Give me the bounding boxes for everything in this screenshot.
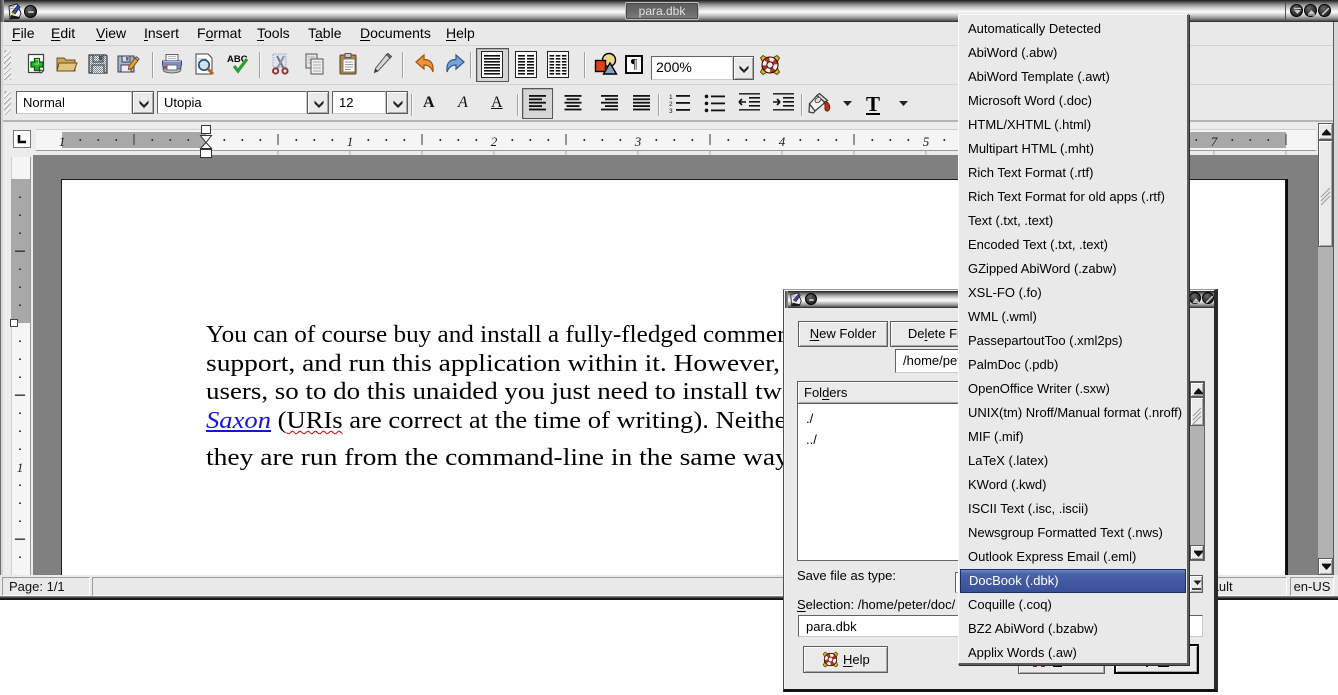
svg-text:1: 1 [669,94,673,101]
svg-text:3: 3 [669,108,673,113]
svg-text:2: 2 [669,101,673,108]
